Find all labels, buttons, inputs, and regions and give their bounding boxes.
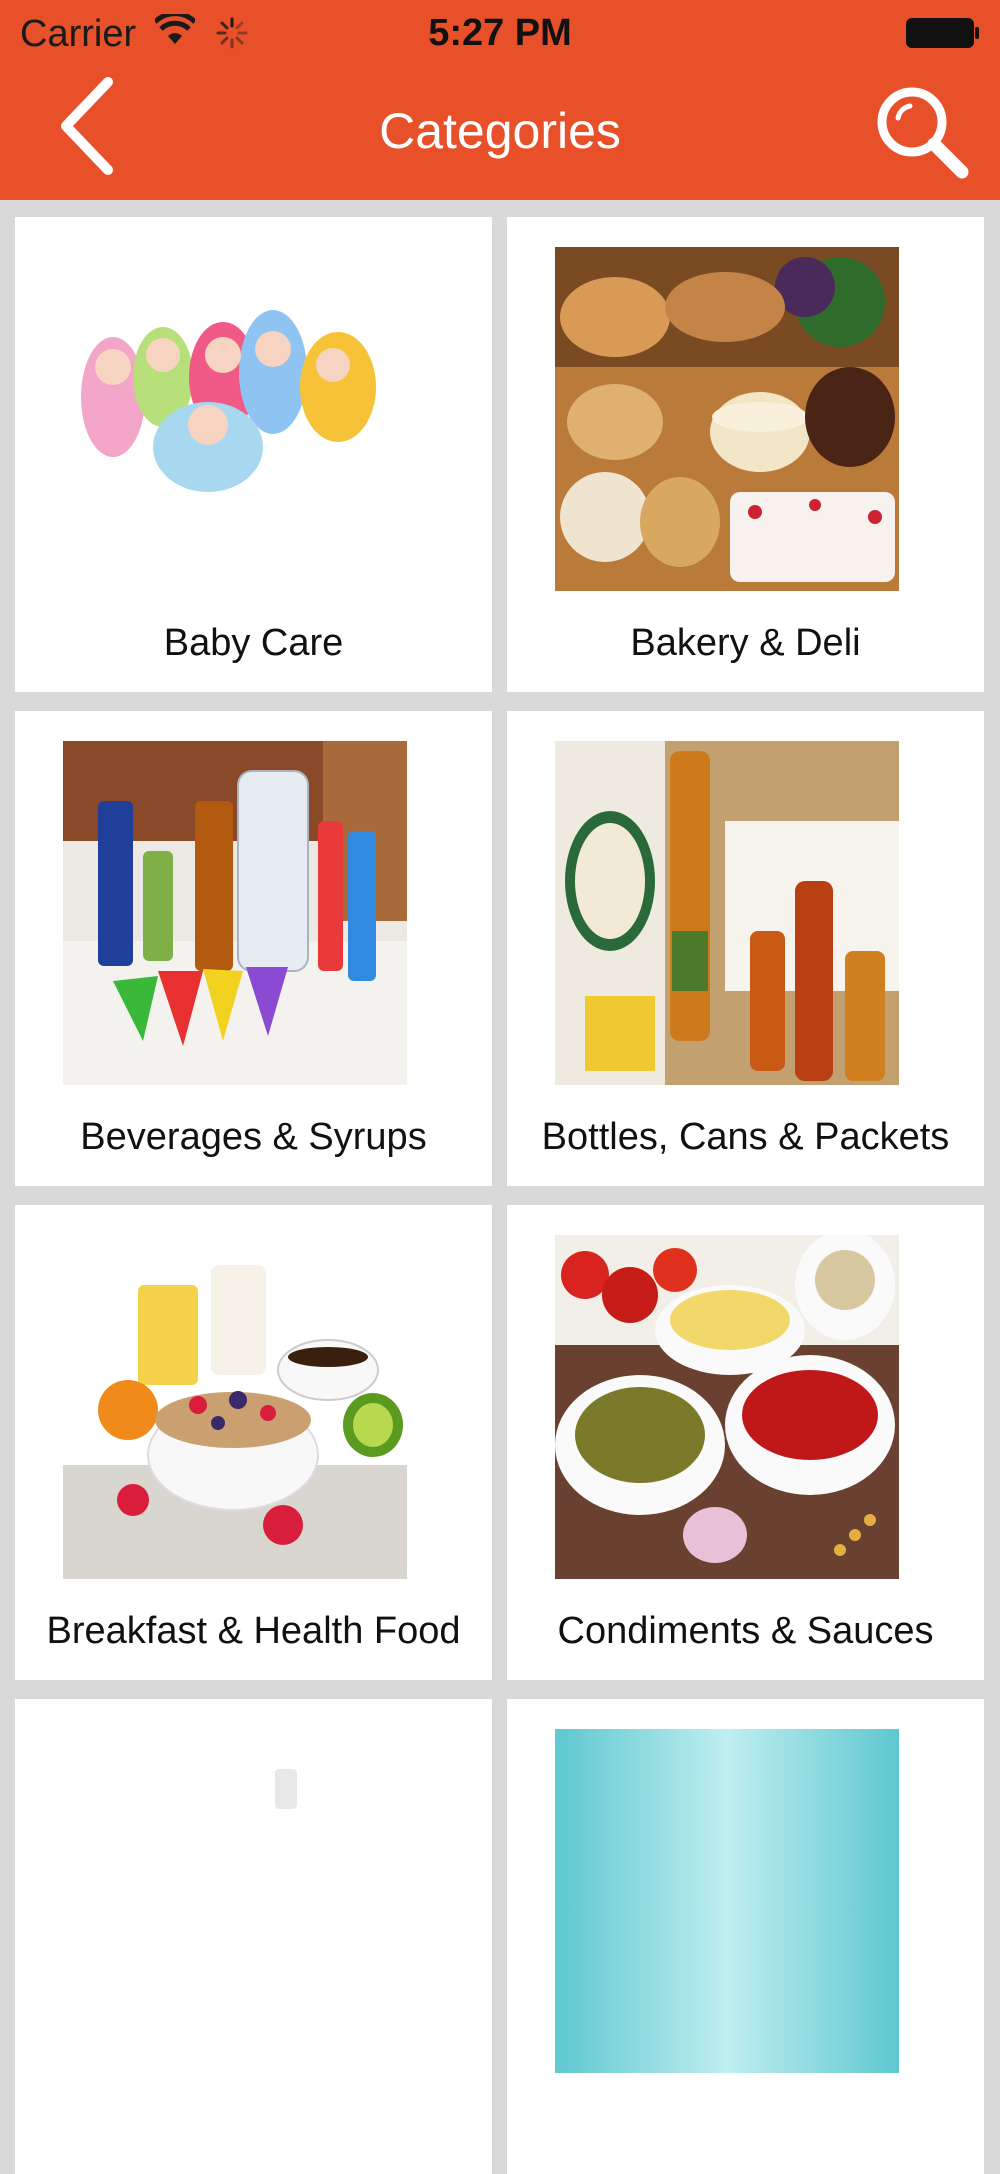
category-image-partial — [63, 1729, 407, 2073]
battery-icon — [906, 18, 979, 48]
app-header: Carrier 5:27 PM Categories — [0, 0, 1000, 200]
category-label: Baby Care — [163, 622, 344, 664]
search-icon[interactable] — [872, 82, 972, 182]
bakery-deli-image — [555, 247, 899, 591]
clock: 5:27 PM — [428, 12, 572, 54]
category-card-bakery-deli[interactable]: Bakery & Deli — [507, 217, 984, 692]
category-card-baby-care[interactable]: Baby Care — [15, 217, 492, 692]
page-title: Categories — [379, 103, 621, 159]
category-label: Condiments & Sauces — [557, 1610, 934, 1652]
category-card-breakfast-health-food[interactable]: Breakfast & Health Food — [15, 1205, 492, 1680]
beverages-syrups-image — [63, 741, 407, 1085]
category-label: Beverages & Syrups — [80, 1116, 427, 1158]
category-image-partial — [555, 1729, 899, 2073]
category-card-bottles-cans-packets[interactable]: Bottles, Cans & Packets — [507, 711, 984, 1186]
bottles-cans-packets-image — [555, 741, 899, 1085]
category-label: Bottles, Cans & Packets — [541, 1116, 950, 1158]
category-card-condiments-sauces[interactable]: Condiments & Sauces — [507, 1205, 984, 1680]
category-label: Breakfast & Health Food — [46, 1610, 461, 1652]
breakfast-health-food-image — [63, 1235, 407, 1579]
category-card-beverages-syrups[interactable]: Beverages & Syrups — [15, 711, 492, 1186]
category-card-partial-left[interactable] — [15, 1699, 492, 2174]
condiments-sauces-image — [555, 1235, 899, 1579]
category-label: Bakery & Deli — [630, 622, 861, 664]
navigation-bar: Categories — [0, 70, 1000, 200]
status-bar: Carrier 5:27 PM — [0, 0, 1000, 70]
category-grid: Baby Care Bakery & Deli Beverages & Syru… — [0, 200, 1000, 2174]
baby-care-image — [63, 247, 407, 591]
category-card-partial-right[interactable] — [507, 1699, 984, 2174]
